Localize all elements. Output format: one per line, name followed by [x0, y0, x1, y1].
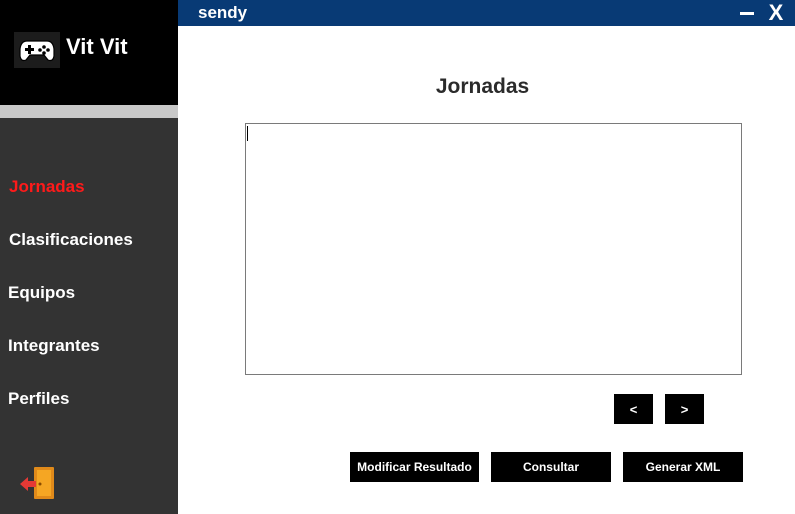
close-icon[interactable]: X [766, 0, 786, 26]
logout-door-icon[interactable] [20, 466, 56, 500]
current-user: sendy [198, 3, 248, 22]
sidebar-item-perfiles[interactable]: Perfiles [8, 389, 69, 409]
sidebar-item-clasificaciones[interactable]: Clasificaciones [9, 230, 133, 250]
sidebar-item-integrantes[interactable]: Integrantes [8, 336, 100, 356]
brand-header: Vit Vit [0, 0, 178, 105]
page-title: Jornadas [435, 75, 530, 98]
title-bar: sendy X [178, 0, 795, 26]
minimize-icon[interactable] [740, 12, 754, 15]
sidebar-divider [0, 105, 178, 118]
text-caret [247, 126, 248, 141]
query-button[interactable]: Consultar [491, 452, 611, 482]
sidebar-item-jornadas[interactable]: Jornadas [9, 177, 85, 197]
modify-result-button[interactable]: Modificar Resultado [350, 452, 479, 482]
next-page-button[interactable]: > [665, 394, 704, 424]
prev-page-button[interactable]: < [614, 394, 653, 424]
brand-name: Vit Vit [66, 34, 128, 59]
gamepad-icon [14, 32, 60, 68]
results-textarea[interactable] [245, 123, 742, 375]
sidebar: Vit Vit Jornadas Clasificaciones Equipos… [0, 0, 178, 514]
generate-xml-button[interactable]: Generar XML [623, 452, 743, 482]
sidebar-item-equipos[interactable]: Equipos [8, 283, 75, 303]
